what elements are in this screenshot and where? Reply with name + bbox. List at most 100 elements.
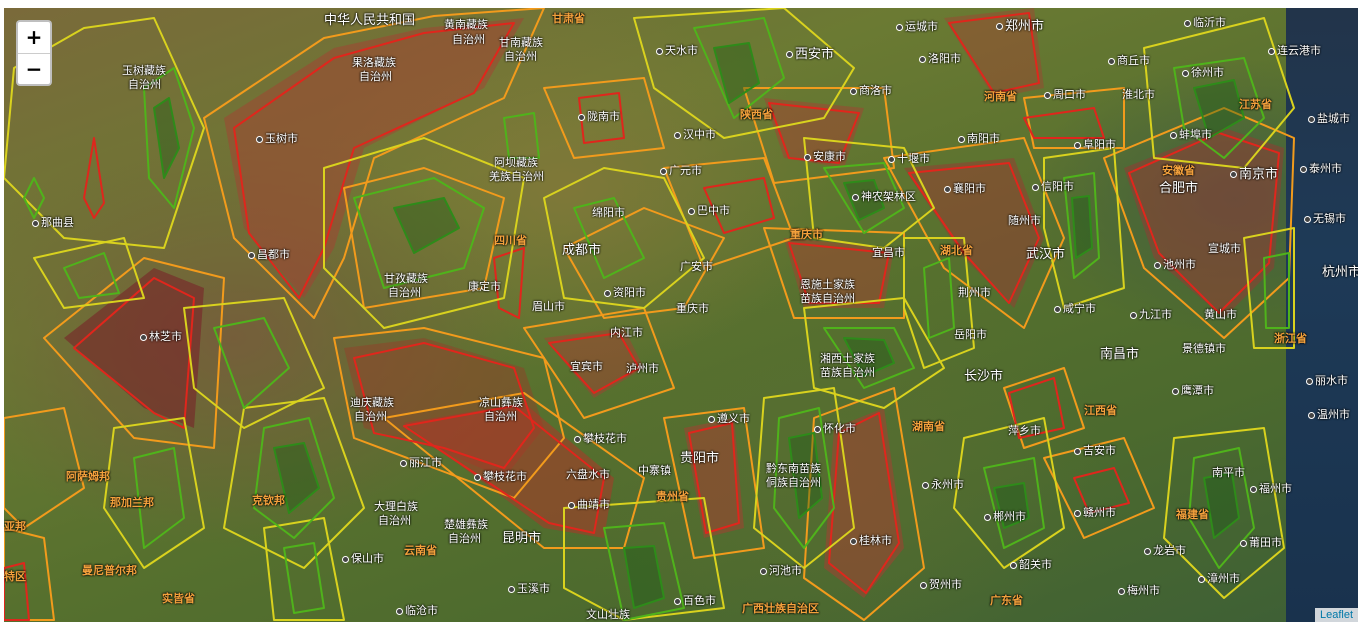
place-label: 西安市 — [786, 48, 834, 61]
place-label-text: 贺州市 — [929, 578, 962, 591]
city-marker-icon — [508, 585, 515, 593]
place-label-text: 南阳市 — [967, 132, 1000, 145]
place-label-text: 林芝市 — [149, 330, 182, 343]
place-label: 苗族自治州 — [820, 366, 875, 379]
place-label-text: 景德镇市 — [1182, 342, 1226, 355]
place-label: 凉山彝族 — [479, 396, 523, 409]
place-label-text: 昌都市 — [257, 248, 290, 261]
place-label-text: 云南省 — [404, 544, 437, 557]
place-label: 广东省 — [990, 594, 1023, 607]
city-marker-icon — [850, 87, 857, 95]
place-label-text: 成都市 — [562, 243, 602, 258]
place-label-text: 阿萨姆邦 — [66, 470, 110, 483]
place-label-text: 安康市 — [813, 150, 846, 163]
place-label-text: 南平市 — [1212, 466, 1245, 479]
place-label-text: 中华人民共和国 — [324, 13, 416, 28]
place-label: 中华人民共和国 — [324, 14, 415, 27]
place-label-text: 连云港市 — [1277, 44, 1321, 57]
city-marker-icon — [140, 333, 147, 341]
place-label: 百色市 — [674, 594, 716, 607]
place-label: 文山壮族 — [586, 608, 630, 621]
place-label-text: 鹰潭市 — [1181, 384, 1214, 397]
contour-green — [23, 17, 1290, 621]
place-label-text: 凉山彝族 — [479, 396, 523, 409]
place-label: 林芝市 — [140, 330, 182, 343]
place-label: 江西省 — [1084, 404, 1117, 417]
place-label: 六盘水市 — [566, 468, 610, 481]
place-label-text: 自治州 — [504, 50, 537, 63]
place-label: 贺州市 — [920, 578, 962, 591]
place-label-text: 自治州 — [452, 33, 485, 46]
place-label: 侗族自治州 — [766, 476, 821, 489]
place-label: 荆州市 — [958, 286, 991, 299]
place-label-text: 特区 — [4, 570, 26, 583]
place-label: 长沙市 — [964, 370, 1003, 383]
city-marker-icon — [342, 555, 349, 563]
city-marker-icon — [852, 193, 859, 201]
city-marker-icon — [1130, 311, 1137, 319]
place-label: 周口市 — [1044, 88, 1086, 101]
place-label: 淮北市 — [1122, 88, 1155, 101]
place-label-text: 自治州 — [359, 70, 392, 83]
place-label: 自治州 — [388, 286, 421, 299]
place-label-text: 宣城市 — [1208, 242, 1241, 255]
map-canvas[interactable]: 中华人民共和国 黄南藏族 自治州 甘肃省 甘南藏族 自治州 果洛藏族 自治州 玉树藏族 自治州 天水… — [4, 8, 1358, 622]
place-label: 河池市 — [760, 564, 802, 577]
place-label: 广西壮族自治区 — [742, 602, 819, 615]
place-label-text: 河池市 — [769, 564, 802, 577]
place-label: 阿萨姆邦 — [66, 470, 110, 483]
place-label: 盐城市 — [1308, 112, 1350, 125]
place-label-text: 陇南市 — [587, 110, 620, 123]
place-label-text: 襄阳市 — [953, 182, 986, 195]
place-label-text: 黔东南苗族 — [766, 462, 821, 475]
zoom-out-button[interactable]: − — [18, 54, 50, 85]
place-label: 克钦邦 — [252, 494, 285, 507]
place-label-text: 保山市 — [351, 552, 384, 565]
place-label-text: 陕西省 — [740, 108, 773, 121]
city-marker-icon — [984, 513, 991, 521]
place-label: 实皆省 — [162, 592, 195, 605]
zoom-in-button[interactable]: + — [18, 22, 50, 54]
place-label-text: 康定市 — [468, 280, 501, 293]
city-marker-icon — [1032, 183, 1039, 191]
city-marker-icon — [256, 135, 263, 143]
place-label-text: 莆田市 — [1249, 536, 1282, 549]
city-marker-icon — [32, 219, 39, 227]
place-label-text: 文山壮族 — [586, 608, 630, 621]
place-label: 苗族自治州 — [800, 292, 855, 305]
place-label: 玉树市 — [256, 132, 298, 145]
city-marker-icon — [708, 415, 715, 423]
place-label: 昌都市 — [248, 248, 290, 261]
place-label-text: 武汉市 — [1026, 247, 1066, 262]
place-label-text: 实皆省 — [162, 592, 195, 605]
city-marker-icon — [958, 135, 965, 143]
city-marker-icon — [568, 501, 575, 509]
place-label-text: 河南省 — [984, 90, 1017, 103]
place-label: 自治州 — [354, 410, 387, 423]
city-marker-icon — [656, 47, 663, 55]
place-label-text: 自治州 — [388, 286, 421, 299]
place-label: 商洛市 — [850, 84, 892, 97]
place-label: 迪庆藏族 — [350, 396, 394, 409]
place-label-text: 桂林市 — [859, 534, 892, 547]
city-marker-icon — [1154, 261, 1161, 269]
place-label: 郑州市 — [996, 20, 1044, 33]
place-label-text: 合肥市 — [1159, 181, 1199, 196]
attribution-link[interactable]: Leaflet — [1314, 608, 1358, 622]
place-label: 景德镇市 — [1182, 342, 1226, 355]
city-marker-icon — [474, 473, 481, 481]
place-label: 合肥市 — [1159, 182, 1198, 195]
place-label: 宜宾市 — [570, 360, 603, 373]
city-marker-icon — [1108, 57, 1115, 65]
place-label-text: 百色市 — [683, 594, 716, 607]
place-label-text: 攀枝花市 — [483, 470, 527, 483]
city-marker-icon — [578, 113, 585, 121]
city-marker-icon — [574, 435, 581, 443]
place-label-text: 绵阳市 — [592, 206, 625, 219]
place-label: 恩施土家族 — [800, 278, 855, 291]
place-label: 云南省 — [404, 544, 437, 557]
place-label: 运城市 — [896, 20, 938, 33]
place-label: 玉树藏族 — [122, 64, 166, 77]
place-label-text: 长沙市 — [964, 369, 1004, 384]
city-marker-icon — [1300, 165, 1307, 173]
